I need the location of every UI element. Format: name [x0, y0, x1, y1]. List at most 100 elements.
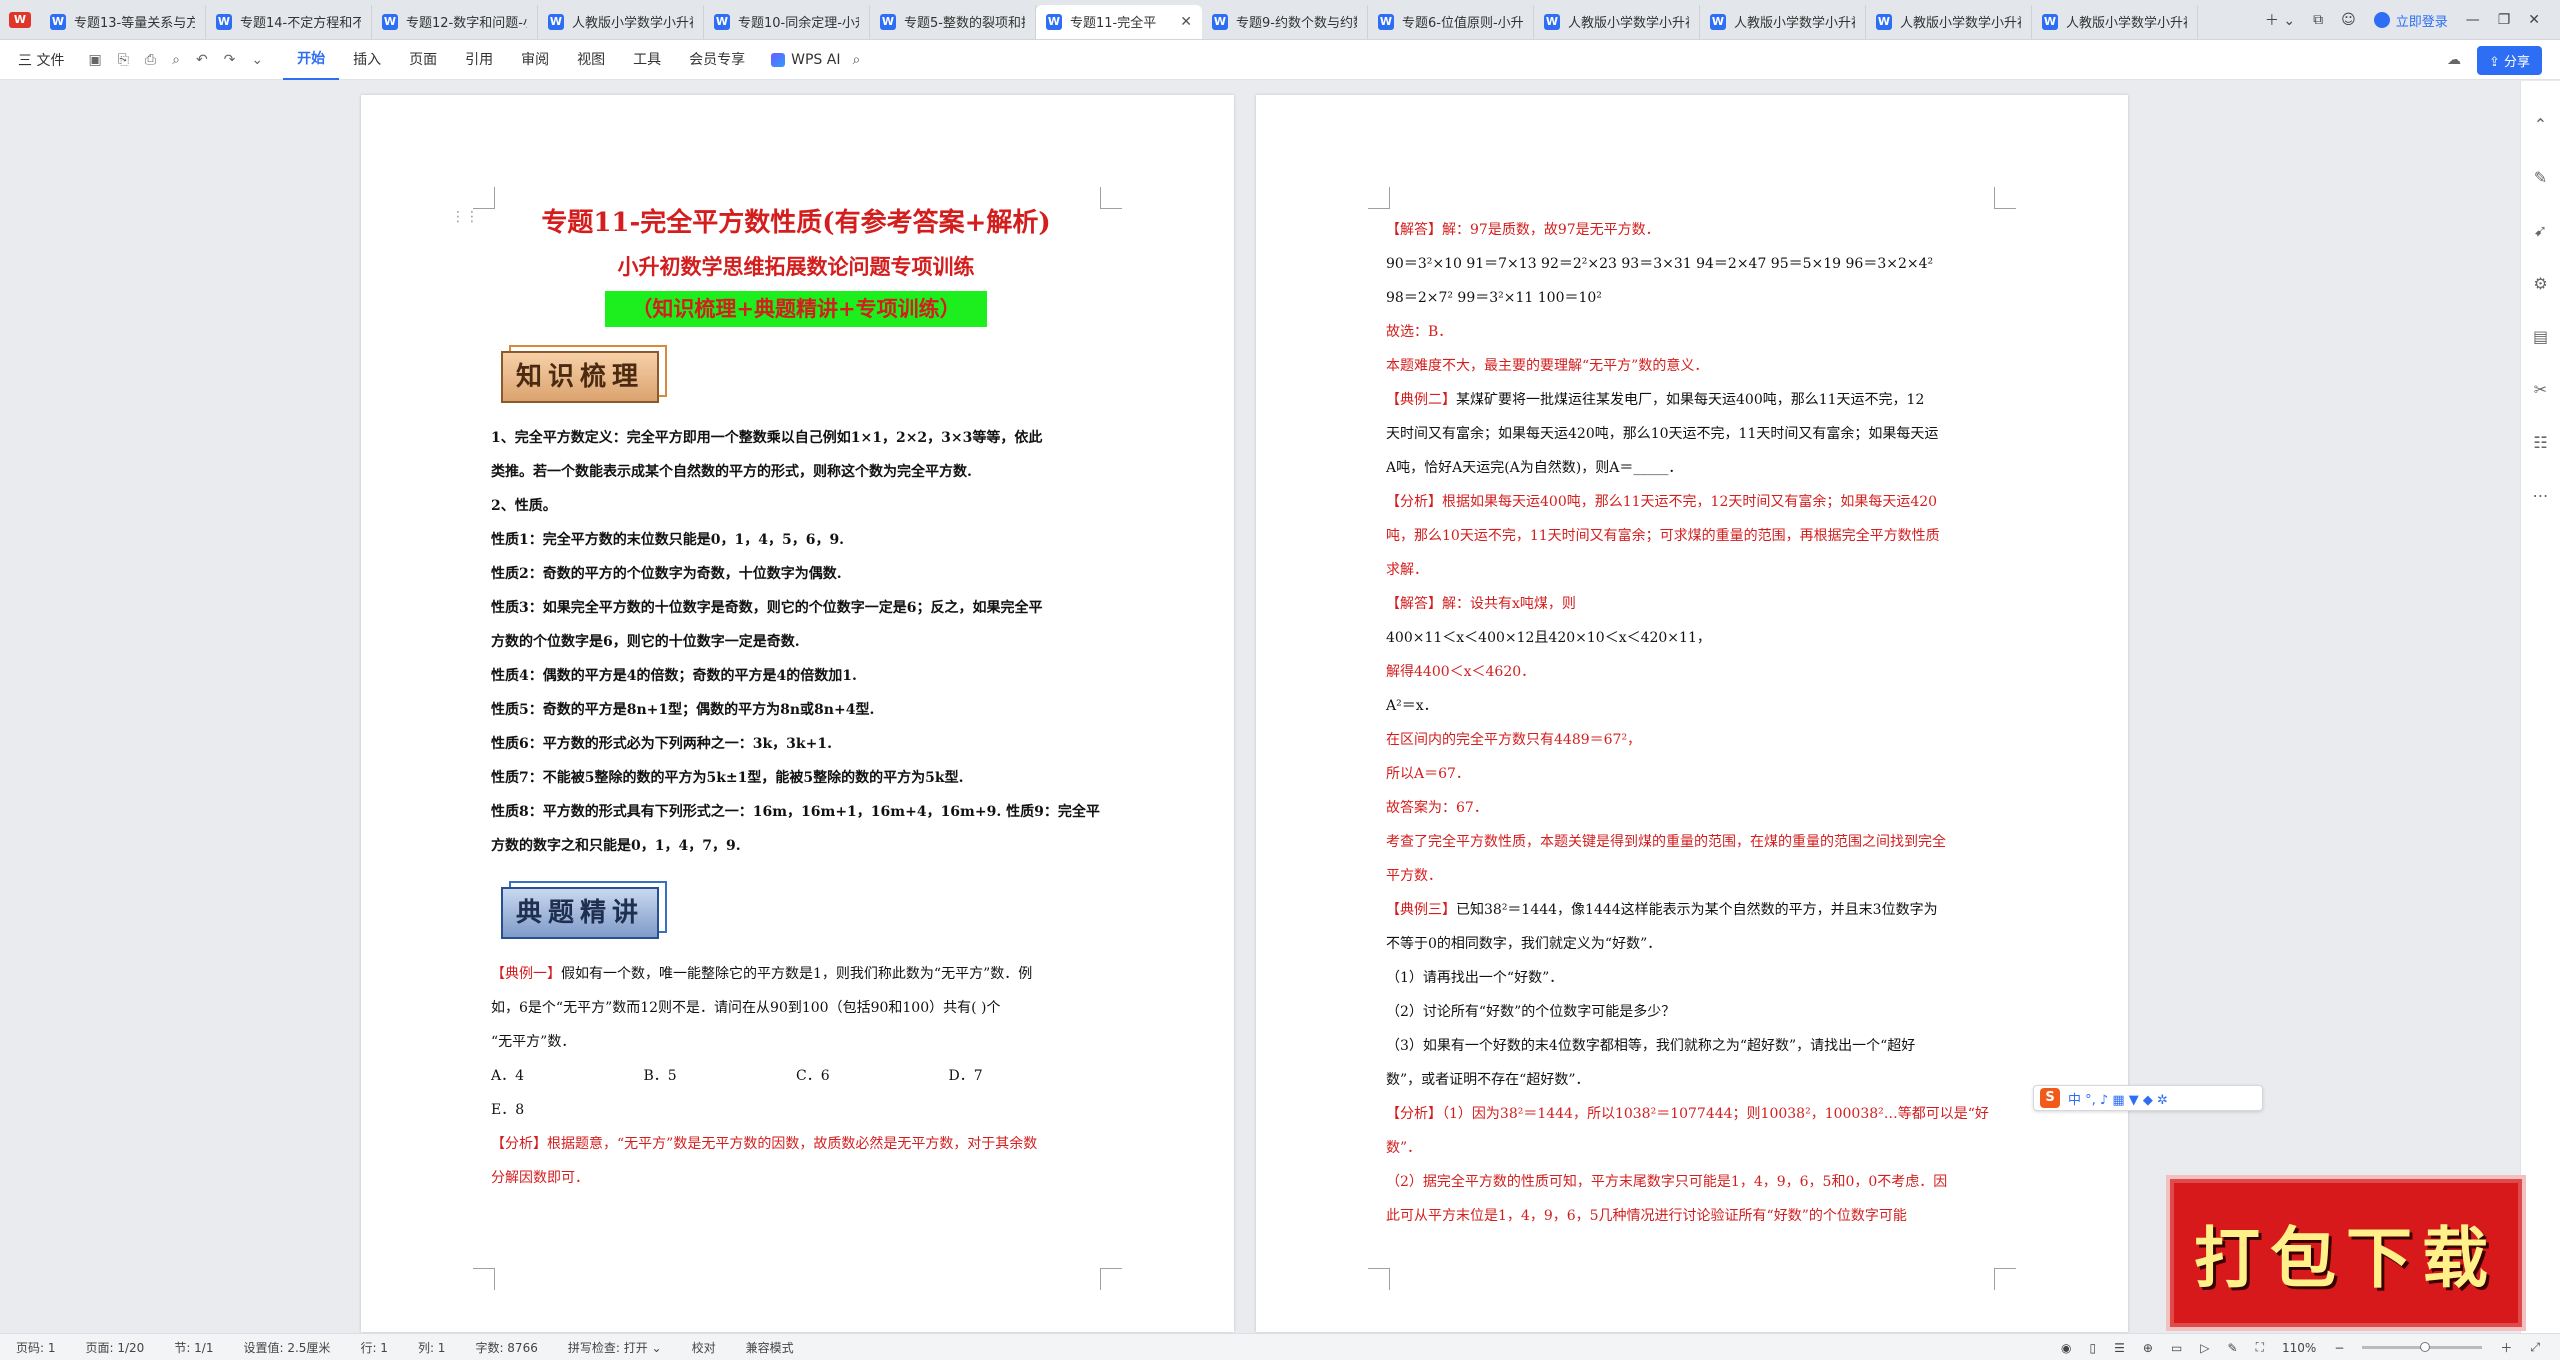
page-2-line: 90＝3²×10 91＝7×13 92＝2²×23 93＝3×31 94＝2×4…: [1386, 256, 1934, 272]
tab-document-13[interactable]: W 人教版小学数学小升初: [2032, 4, 2198, 39]
redo-icon[interactable]: ↷: [224, 52, 236, 68]
status-setting[interactable]: 设置值: 2.5厘米: [243, 1339, 330, 1356]
ime-controls[interactable]: 中 °, ♪ ▦ ▼ ◆ ✲: [2068, 1089, 2168, 1108]
tab-document-7[interactable]: W 专题11-完全平 ✕: [1036, 4, 1202, 39]
tab-document-11[interactable]: W 人教版小学数学小升初: [1700, 4, 1866, 39]
drag-handle-icon[interactable]: ⋮⋮: [451, 209, 479, 225]
sogou-logo-icon: S: [2040, 1088, 2060, 1108]
word-doc-icon: W: [1378, 13, 1394, 30]
download-banner[interactable]: 打包下载: [2166, 1175, 2526, 1331]
word-doc-icon: W: [1046, 13, 1062, 30]
menu-tab-7[interactable]: 工具: [619, 40, 675, 80]
menu-tab-3[interactable]: 页面: [395, 40, 451, 80]
more-options-icon[interactable]: ⋯: [2533, 486, 2549, 505]
margin-mark: [1368, 1268, 1390, 1290]
spell-check-toggle[interactable]: 拼写检查: 打开 ⌄: [568, 1339, 662, 1356]
cloud-icon[interactable]: ☁: [2447, 52, 2461, 68]
fit-icon[interactable]: ⛶: [2256, 1340, 2264, 1355]
document-subtitle: 小升初数学思维拓展数论问题专项训练: [617, 254, 975, 279]
ime-toolbar[interactable]: S 中 °, ♪ ▦ ▼ ◆ ✲: [2033, 1085, 2263, 1111]
proofread-button[interactable]: 校对: [692, 1339, 716, 1356]
select-icon[interactable]: ➹: [2534, 221, 2547, 240]
read-mode-icon[interactable]: ▭: [2171, 1341, 2182, 1355]
word-doc-icon: W: [1710, 13, 1726, 30]
print-icon[interactable]: ⎙: [145, 52, 156, 68]
export-icon[interactable]: ⎘: [118, 52, 129, 68]
menu-tab-4[interactable]: 引用: [451, 40, 507, 80]
right-sidebar: ⌃ ✎ ➹ ⚙ ▤ ✂ ☷ ⋯: [2520, 81, 2560, 1333]
page-2-line: 在区间内的完全平方数只有4489＝67²，: [1386, 732, 1642, 748]
fullscreen-icon[interactable]: ⤢: [2530, 1340, 2540, 1355]
layout-icon[interactable]: ⧉: [2313, 12, 2323, 28]
add-tab-button[interactable]: ＋ ⌄: [2265, 10, 2295, 30]
outline-icon[interactable]: ☰: [2114, 1341, 2125, 1355]
status-words[interactable]: 字数: 8766: [475, 1339, 537, 1356]
status-page-num[interactable]: 页码: 1: [16, 1339, 56, 1356]
tab-document-10[interactable]: W 人教版小学数学小升初: [1534, 4, 1700, 39]
eye-icon[interactable]: ◉: [2061, 1341, 2071, 1355]
page-2-line: 400×11＜x＜400×12且420×10＜x＜420×11，: [1386, 630, 1711, 646]
zoom-slider-knob[interactable]: [2419, 1342, 2430, 1352]
menu-tab-2[interactable]: 插入: [339, 40, 395, 80]
save-icon[interactable]: ▣: [88, 52, 101, 68]
tab-document-5[interactable]: W 专题10-同余定理-小升: [704, 4, 870, 39]
file-menu[interactable]: 三 文件: [0, 50, 78, 70]
play-icon[interactable]: ▷: [2200, 1341, 2209, 1355]
document-page-1[interactable]: ⋮⋮ 专题11-完全平方数性质(有参考答案+解析) 小升初数学思维拓展数论问题专…: [361, 95, 1234, 1332]
tab-document-9[interactable]: W 专题6-位值原则-小升: [1368, 4, 1534, 39]
word-doc-icon: W: [2042, 13, 2058, 30]
menu-tab-8[interactable]: 会员专享: [675, 40, 759, 80]
zoom-out-button[interactable]: −: [2334, 1341, 2344, 1355]
status-pages[interactable]: 页面: 1/20: [86, 1339, 145, 1356]
minimize-button[interactable]: —: [2466, 12, 2480, 28]
restore-button[interactable]: ❐: [2498, 12, 2511, 28]
close-window-button[interactable]: ✕: [2528, 12, 2540, 28]
word-doc-icon: W: [382, 13, 398, 30]
tab-document-6[interactable]: W 专题5-整数的裂项和拆: [870, 4, 1036, 39]
window-controls: ＋ ⌄ ⧉ ☺ 立即登录 — ❐ ✕: [2265, 0, 2560, 40]
avatar: [2373, 12, 2390, 28]
menu-tab-5[interactable]: 审阅: [507, 40, 563, 80]
tab-document-2[interactable]: W 专题14-不定方程和不: [206, 4, 372, 39]
preview-icon[interactable]: ⌕: [172, 52, 180, 68]
tab-document-3[interactable]: W 专题12-数字和问题-小: [372, 4, 538, 39]
search-icon[interactable]: ⌕: [852, 52, 860, 68]
menu-tab-6[interactable]: 视图: [563, 40, 619, 80]
format-icon[interactable]: ▤: [2533, 327, 2548, 346]
page-2-line: 不等于0的相同数字，我们就定义为“好数”．: [1386, 936, 1662, 952]
word-doc-icon: W: [1212, 13, 1228, 30]
undo-icon[interactable]: ↶: [196, 52, 208, 68]
wps-logo-icon[interactable]: W: [0, 0, 40, 40]
more-icon[interactable]: ⌄: [251, 52, 263, 68]
pen-icon[interactable]: ✎: [2534, 168, 2547, 187]
page-view-icon[interactable]: ▯: [2090, 1341, 2097, 1355]
web-view-icon[interactable]: ⊕: [2143, 1341, 2153, 1355]
menu-tab-1[interactable]: 开始: [283, 40, 340, 80]
share-button[interactable]: ⇪ 分享: [2476, 45, 2542, 75]
collapse-icon[interactable]: ⌃: [2534, 115, 2547, 134]
tab-document-1[interactable]: W 专题13-等量关系与方: [40, 4, 206, 39]
zoom-in-button[interactable]: ＋: [2500, 1339, 2512, 1356]
close-tab-icon[interactable]: ✕: [1180, 14, 1192, 30]
tab-document-12[interactable]: W 人教版小学数学小升初: [1866, 4, 2032, 39]
status-section[interactable]: 节: 1/1: [174, 1339, 213, 1356]
knowledge-line: 2、性质。: [491, 498, 557, 514]
document-workspace[interactable]: ⋮⋮ 专题11-完全平方数性质(有参考答案+解析) 小升初数学思维拓展数论问题专…: [0, 81, 2560, 1333]
page-2-line: 故答案为：67．: [1386, 800, 1488, 816]
login-button[interactable]: 立即登录: [2373, 11, 2448, 30]
tab-document-8[interactable]: W 专题9-约数个数与约数: [1202, 4, 1368, 39]
section-banner-examples: 典题精讲: [501, 881, 667, 939]
page-2-line: 解得4400＜x＜4620．: [1386, 664, 1536, 680]
edit-mode-icon[interactable]: ✎: [2228, 1341, 2238, 1355]
section-banner-knowledge: 知识梳理: [501, 345, 667, 403]
settings-icon[interactable]: ⚙: [2533, 274, 2547, 293]
tab-document-4[interactable]: W 人教版小学数学小升初: [538, 4, 704, 39]
skin-icon[interactable]: ☺: [2341, 12, 2356, 28]
quick-access-toolbar: ▣ ⎘ ⎙ ⌕ ↶ ↷ ⌄: [78, 52, 283, 68]
apps-icon[interactable]: ☷: [2533, 433, 2547, 452]
zoom-slider[interactable]: [2362, 1342, 2483, 1352]
tools-icon[interactable]: ✂: [2534, 380, 2547, 399]
wps-ai-button[interactable]: WPS AI: [759, 52, 852, 68]
zoom-level[interactable]: 110%: [2282, 1341, 2316, 1355]
document-page-2[interactable]: 【解答】解：97是质数，故97是无平方数． 90＝3²×10 91＝7×13 92…: [1256, 95, 2128, 1332]
